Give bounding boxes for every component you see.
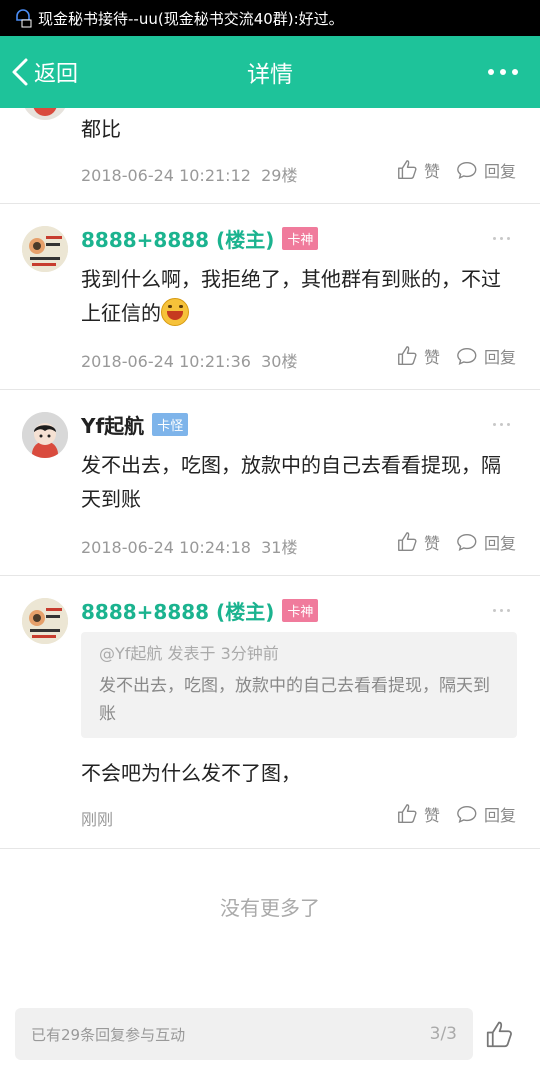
no-more-text: 没有更多了: [220, 896, 320, 920]
reply-button[interactable]: 回复: [456, 802, 516, 826]
avatar[interactable]: [22, 108, 68, 120]
post-more-button[interactable]: [493, 609, 510, 612]
like-post-button[interactable]: [484, 1020, 514, 1050]
more-dot-icon: [512, 69, 518, 75]
more-dot-icon: [507, 237, 510, 240]
reply-label: 回复: [483, 348, 516, 367]
reply-time: 2018-06-24 10:21:36: [81, 352, 251, 371]
notification-icon: [14, 8, 32, 28]
bottom-bar: 已有29条回复参与互动 3/3: [0, 1000, 540, 1080]
reply-actions: 赞 回复: [396, 802, 516, 826]
more-dot-icon: [493, 609, 496, 612]
reply-floor: 31楼: [261, 538, 298, 557]
laughing-emoji-icon: [161, 298, 189, 326]
reply-time: 2018-06-24 10:21:12: [81, 166, 251, 185]
more-dot-icon: [500, 609, 503, 612]
reply-item: 都比 2018-06-24 10:21:12 29楼 赞 回复: [0, 108, 540, 204]
more-dot-icon: [488, 69, 494, 75]
avatar[interactable]: [22, 226, 68, 272]
reply-floor: 30楼: [261, 352, 298, 371]
page-title: 详情: [247, 62, 293, 88]
reply-text: 我到什么啊，我拒绝了，其他群有到账的，不过上征信的: [81, 262, 510, 330]
reply-time: 2018-06-24 10:24:18: [81, 538, 251, 557]
like-button[interactable]: 赞: [396, 344, 440, 368]
reply-input-placeholder: 已有29条回复参与互动: [31, 1025, 186, 1044]
more-dot-icon: [500, 423, 503, 426]
like-button[interactable]: 赞: [396, 530, 440, 554]
reply-button[interactable]: 回复: [456, 158, 516, 182]
reply-button[interactable]: 回复: [456, 344, 516, 368]
chevron-left-icon: [12, 58, 28, 86]
like-label: 赞: [423, 534, 440, 553]
reply-text: 发不出去，吃图，放款中的自己去看看提现，隔天到账: [81, 453, 501, 511]
like-label: 赞: [423, 806, 440, 825]
user-badge: 卡神: [282, 599, 319, 622]
like-button[interactable]: 赞: [396, 802, 440, 826]
author-name[interactable]: 8888+8888 (楼主): [81, 596, 274, 625]
more-dot-icon: [493, 237, 496, 240]
thumbs-up-icon: [398, 804, 417, 823]
reply-label: 回复: [483, 534, 516, 553]
post-more-button[interactable]: [493, 423, 510, 426]
comment-bubble-icon: [457, 161, 477, 180]
reply-floor: 29楼: [261, 166, 298, 185]
reply-meta: 刚刚: [81, 806, 113, 830]
user-badge: 卡神: [282, 227, 319, 250]
more-dot-icon: [500, 237, 503, 240]
comment-bubble-icon: [457, 347, 477, 366]
reply-text: 都比: [81, 117, 121, 141]
status-notification-text: 现金秘书接待--uu(现金秘书交流40群):好过。: [38, 9, 344, 28]
more-options-button[interactable]: [488, 36, 540, 108]
back-button[interactable]: 返回: [0, 36, 78, 108]
reply-label: 回复: [483, 806, 516, 825]
author-row: 8888+8888 (楼主) 卡神: [81, 224, 319, 253]
page-indicator[interactable]: 3/3: [430, 1024, 457, 1044]
reply-text-content: 我到什么啊，我拒绝了，其他群有到账的，不过上征信的: [81, 267, 501, 325]
reply-item: Yf起航 卡怪 发不出去，吃图，放款中的自己去看看提现，隔天到账 2018-06…: [0, 390, 540, 576]
reply-input[interactable]: 已有29条回复参与互动 3/3: [15, 1008, 473, 1060]
more-dot-icon: [507, 423, 510, 426]
author-row: Yf起航 卡怪: [81, 410, 189, 439]
status-bar: 现金秘书接待--uu(现金秘书交流40群):好过。: [0, 0, 540, 36]
post-more-button[interactable]: [493, 237, 510, 240]
reply-label: 回复: [483, 162, 516, 181]
reply-meta: 2018-06-24 10:21:12 29楼: [81, 162, 297, 186]
nav-bar: 返回 详情: [0, 36, 540, 108]
thumbs-up-icon: [398, 160, 417, 179]
more-dot-icon: [507, 609, 510, 612]
like-label: 赞: [423, 162, 440, 181]
reply-actions: 赞 回复: [396, 530, 516, 554]
reply-actions: 赞 回复: [396, 158, 516, 182]
reply-meta: 2018-06-24 10:24:18 31楼: [81, 534, 297, 558]
user-badge: 卡怪: [152, 413, 189, 436]
quoted-reply[interactable]: @Yf起航 发表于 3分钟前 发不出去，吃图，放款中的自己去看看提现，隔天到账: [81, 632, 517, 738]
quote-header: @Yf起航 发表于 3分钟前: [99, 644, 279, 663]
like-button[interactable]: 赞: [396, 158, 440, 182]
author-name[interactable]: 8888+8888 (楼主): [81, 224, 274, 253]
reply-list[interactable]: 都比 2018-06-24 10:21:12 29楼 赞 回复 8888+888…: [0, 108, 540, 1080]
like-label: 赞: [423, 348, 440, 367]
thumbs-up-icon: [398, 532, 417, 551]
avatar[interactable]: [22, 412, 68, 458]
back-label: 返回: [34, 62, 79, 87]
more-dot-icon: [500, 69, 506, 75]
reply-actions: 赞 回复: [396, 344, 516, 368]
author-row: 8888+8888 (楼主) 卡神: [81, 596, 319, 625]
reply-item: 8888+8888 (楼主) 卡神 我到什么啊，我拒绝了，其他群有到账的，不过上…: [0, 204, 540, 390]
reply-button[interactable]: 回复: [456, 530, 516, 554]
reply-item: 8888+8888 (楼主) 卡神 @Yf起航 发表于 3分钟前 发不出去，吃图…: [0, 576, 540, 849]
quote-body: 发不出去，吃图，放款中的自己去看看提现，隔天到账: [99, 676, 490, 724]
reply-text: 不会吧为什么发不了图，: [81, 761, 301, 785]
thumbs-up-icon: [486, 1021, 512, 1048]
reply-time: 刚刚: [81, 810, 114, 829]
thumbs-up-icon: [398, 346, 417, 365]
reply-meta: 2018-06-24 10:21:36 30楼: [81, 348, 297, 372]
comment-bubble-icon: [457, 805, 477, 824]
comment-bubble-icon: [457, 533, 477, 552]
author-name[interactable]: Yf起航: [81, 410, 144, 439]
avatar[interactable]: [22, 598, 68, 644]
more-dot-icon: [493, 423, 496, 426]
